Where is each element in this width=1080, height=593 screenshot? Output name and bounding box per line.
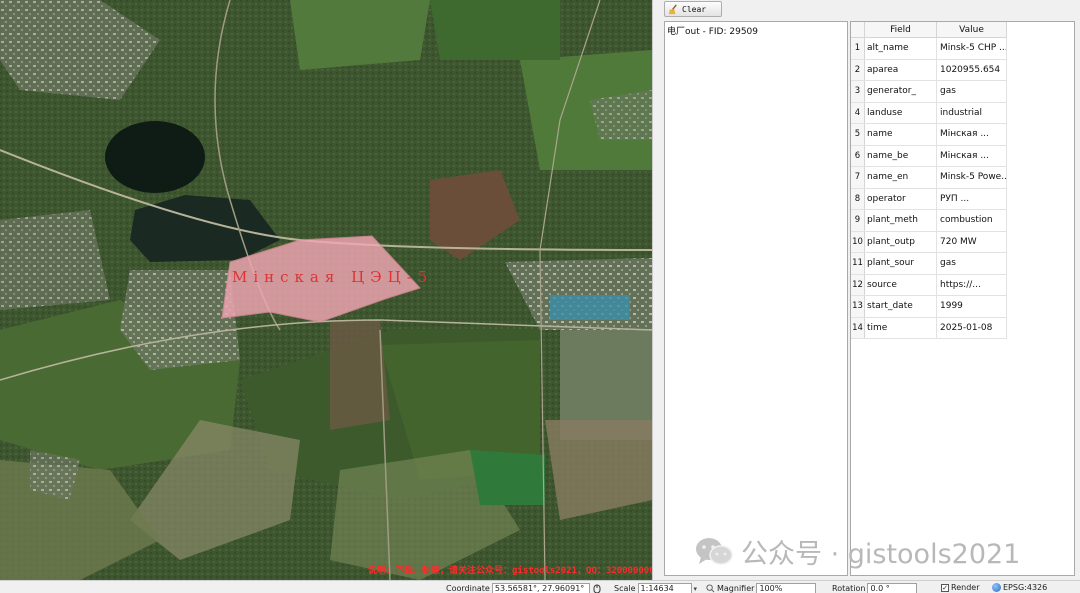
- table-row[interactable]: 2 aparea 1020955.654: [851, 59, 1007, 81]
- column-header-field[interactable]: Field: [865, 22, 937, 37]
- crs-widget[interactable]: EPSG:4326: [992, 583, 1047, 592]
- app-window: Мінская ЦЭЦ-5 说明：下载、封装，请关注公众号：gistools20…: [0, 0, 1080, 593]
- feature-tree: 电厂out - FID: 29509: [664, 21, 848, 576]
- render-widget: ✓ Render: [941, 583, 979, 592]
- table-row[interactable]: 14 time 2025-01-08: [851, 317, 1007, 339]
- render-label: Render: [951, 583, 980, 592]
- render-checkbox[interactable]: ✓: [941, 583, 949, 592]
- magnifier-widget: Magnifier 100%: [706, 583, 817, 593]
- table-row[interactable]: 7 name_en Minsk-5 Powe...: [851, 167, 1007, 189]
- field-cell[interactable]: operator: [865, 188, 937, 209]
- field-cell[interactable]: plant_outp: [865, 231, 937, 252]
- field-cell[interactable]: landuse: [865, 102, 937, 123]
- table-row[interactable]: 10 plant_outp 720 MW: [851, 231, 1007, 253]
- row-index[interactable]: 5: [851, 124, 865, 145]
- value-cell[interactable]: combustion: [937, 210, 1007, 231]
- value-cell[interactable]: Мінская ...: [937, 124, 1007, 145]
- status-bar: Coordinate 53.56581°, 27.96091° Scale 1:…: [0, 580, 1080, 593]
- value-cell[interactable]: https://...: [937, 274, 1007, 295]
- field-cell[interactable]: aparea: [865, 59, 937, 80]
- table-row[interactable]: 5 name Мінская ...: [851, 124, 1007, 146]
- tree-item-feature[interactable]: 电厂out - FID: 29509: [667, 24, 758, 37]
- table-row[interactable]: 13 start_date 1999: [851, 296, 1007, 318]
- broom-icon: [668, 3, 677, 14]
- row-index[interactable]: 2: [851, 59, 865, 80]
- wechat-brand-watermark: 公众号 · gistools2021: [695, 532, 1020, 571]
- clear-button-label: Clear: [682, 4, 707, 14]
- rotation-label: Rotation: [832, 584, 866, 593]
- row-index[interactable]: 9: [851, 210, 865, 231]
- row-index[interactable]: 12: [851, 274, 865, 295]
- value-cell[interactable]: 1999: [937, 296, 1007, 317]
- table-row[interactable]: 4 landuse industrial: [851, 102, 1007, 124]
- field-cell[interactable]: alt_name: [865, 38, 937, 59]
- rotation-field[interactable]: 0.0 °: [867, 583, 918, 593]
- value-cell[interactable]: Minsk-5 CHP ...: [937, 38, 1007, 59]
- table-row[interactable]: 6 name_be Мінская ...: [851, 145, 1007, 167]
- field-cell[interactable]: source: [865, 274, 937, 295]
- magnifier-icon: [706, 584, 715, 593]
- row-index[interactable]: 1: [851, 38, 865, 59]
- scale-widget: Scale 1:14634 ▾: [614, 583, 702, 593]
- magnifier-field[interactable]: 100%: [756, 583, 817, 593]
- chevron-down-icon[interactable]: ▾: [694, 585, 702, 593]
- satellite-imagery: [0, 0, 652, 580]
- value-cell[interactable]: 720 MW: [937, 231, 1007, 252]
- row-index[interactable]: 8: [851, 188, 865, 209]
- coordinate-field[interactable]: 53.56581°, 27.96091°: [491, 583, 590, 593]
- value-cell[interactable]: 2025-01-08: [937, 317, 1007, 338]
- column-header-value[interactable]: Value: [937, 22, 1007, 37]
- map-watermark-text: 说明：下载、封装，请关注公众号：gistools2021，QQ：32000000…: [368, 566, 652, 576]
- row-index[interactable]: 13: [851, 296, 865, 317]
- row-index[interactable]: 6: [851, 145, 865, 166]
- map-canvas[interactable]: Мінская ЦЭЦ-5 说明：下载、封装，请关注公众号：gistools20…: [0, 0, 652, 580]
- row-index[interactable]: 11: [851, 253, 865, 274]
- wechat-brand-text: 公众号 · gistools2021: [741, 539, 1021, 570]
- magnifier-label: Magnifier: [717, 584, 755, 593]
- row-index[interactable]: 10: [851, 231, 865, 252]
- field-cell[interactable]: time: [865, 317, 937, 338]
- wechat-icon: [696, 537, 733, 565]
- table-row[interactable]: 11 plant_sour gas: [851, 253, 1007, 275]
- scale-label: Scale: [614, 584, 636, 593]
- table-row[interactable]: 8 operator РУП ...: [851, 188, 1007, 210]
- header-corner[interactable]: [851, 22, 865, 37]
- scale-field[interactable]: 1:14634: [637, 583, 692, 593]
- crs-label[interactable]: EPSG:4326: [1003, 583, 1047, 592]
- mouse-icon[interactable]: [592, 584, 602, 593]
- value-cell[interactable]: gas: [937, 253, 1007, 274]
- value-cell[interactable]: industrial: [937, 102, 1007, 123]
- coordinate-widget: Coordinate 53.56581°, 27.96091°: [446, 583, 602, 593]
- table-row[interactable]: 3 generator_ gas: [851, 81, 1007, 103]
- value-cell[interactable]: Minsk-5 Powe...: [937, 167, 1007, 188]
- table-row[interactable]: 12 source https://...: [851, 274, 1007, 296]
- table-row[interactable]: 9 plant_meth combustion: [851, 210, 1007, 232]
- rotation-widget: Rotation 0.0 °: [832, 583, 918, 593]
- field-cell[interactable]: generator_: [865, 81, 937, 102]
- value-cell[interactable]: 1020955.654: [937, 59, 1007, 80]
- clear-button[interactable]: Clear: [664, 1, 722, 17]
- coordinate-label: Coordinate: [446, 584, 490, 593]
- field-cell[interactable]: plant_sour: [865, 253, 937, 274]
- value-cell[interactable]: Мінская ...: [937, 145, 1007, 166]
- identify-results-panel: Clear 电厂out - FID: 29509 Field Value 1 al…: [652, 0, 1080, 580]
- field-cell[interactable]: name: [865, 124, 937, 145]
- field-cell[interactable]: start_date: [865, 296, 937, 317]
- field-cell[interactable]: name_be: [865, 145, 937, 166]
- value-cell[interactable]: gas: [937, 81, 1007, 102]
- table-body: 1 alt_name Minsk-5 CHP ... 2 aparea 1020955.6…: [851, 38, 1007, 339]
- row-index[interactable]: 4: [851, 102, 865, 123]
- table-header: Field Value: [851, 22, 1007, 38]
- row-index[interactable]: 3: [851, 81, 865, 102]
- globe-icon: [992, 583, 1001, 592]
- attribute-table: Field Value 1 alt_name Minsk-5 CHP ... 2 apa…: [850, 21, 1075, 576]
- row-index[interactable]: 7: [851, 167, 865, 188]
- table-row[interactable]: 1 alt_name Minsk-5 CHP ...: [851, 38, 1007, 60]
- field-cell[interactable]: name_en: [865, 167, 937, 188]
- field-cell[interactable]: plant_meth: [865, 210, 937, 231]
- map-feature-label: Мінская ЦЭЦ-5: [232, 268, 434, 286]
- row-index[interactable]: 14: [851, 317, 865, 338]
- value-cell[interactable]: РУП ...: [937, 188, 1007, 209]
